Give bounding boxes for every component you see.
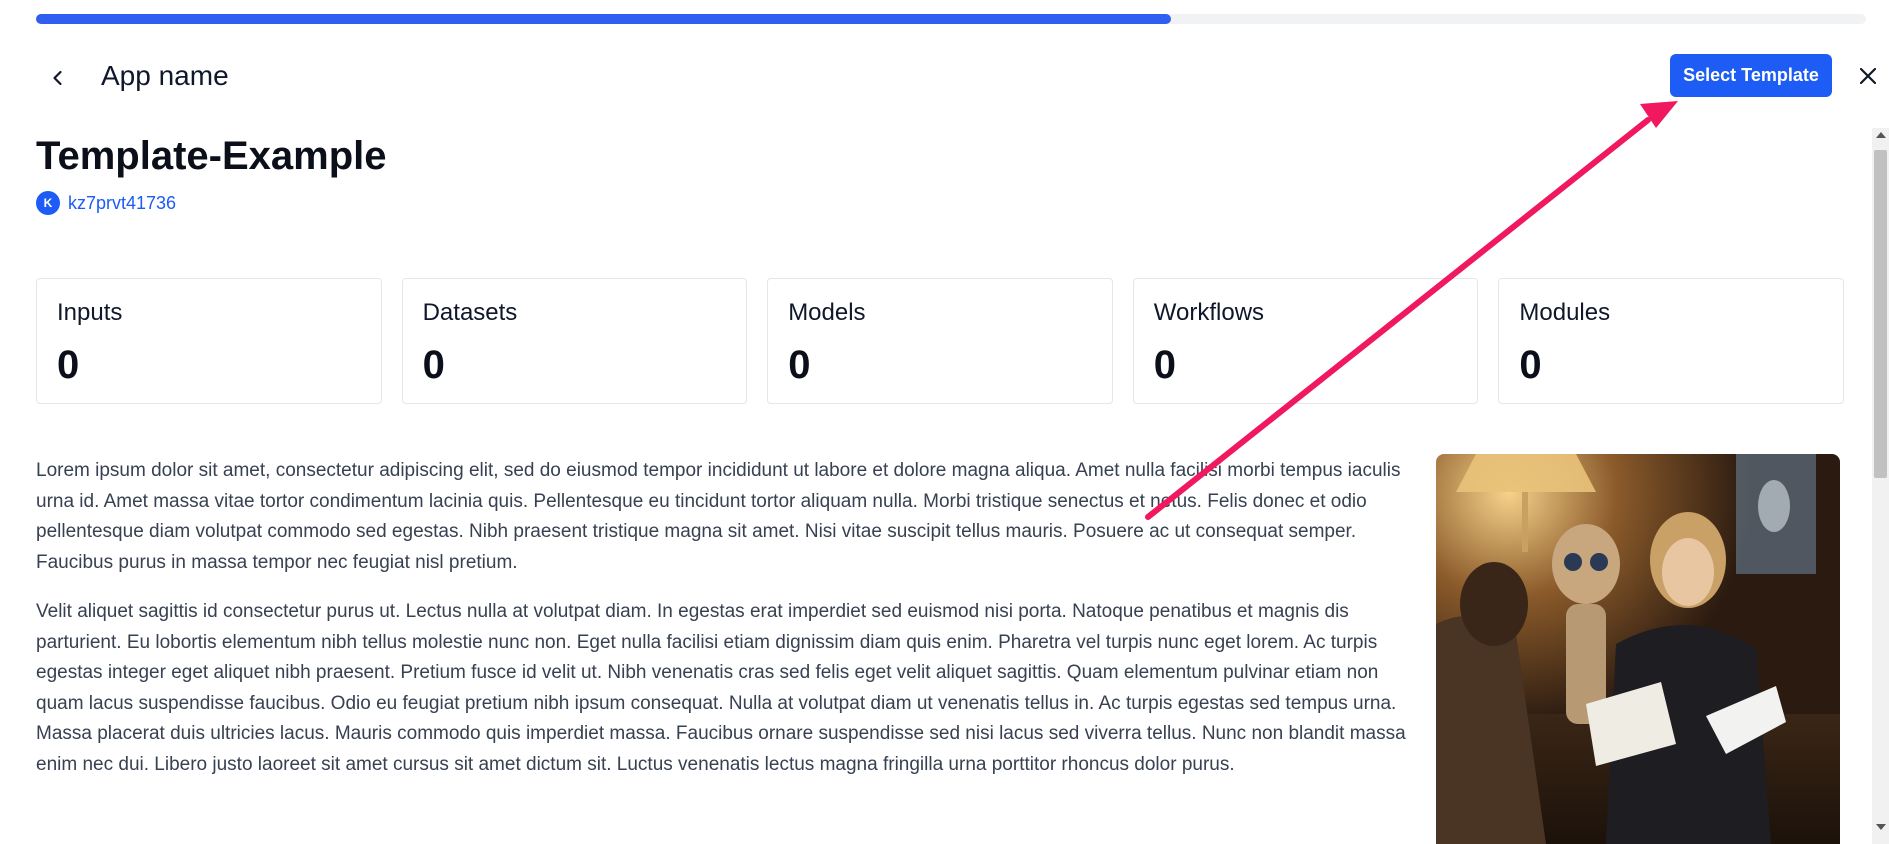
owner-name[interactable]: kz7prvt41736: [68, 193, 176, 214]
chevron-left-icon: [53, 70, 62, 86]
template-detail: Template-Example K kz7prvt41736 Inputs 0…: [36, 128, 1848, 844]
page-title: Template-Example: [36, 134, 387, 178]
scrollbar-thumb[interactable]: [1874, 150, 1887, 478]
stat-label: Datasets: [422, 299, 518, 326]
scroll-down-arrow-icon[interactable]: [1876, 824, 1886, 830]
progress-bar: [36, 14, 1866, 24]
avatar: K: [36, 191, 60, 215]
close-icon: [1859, 67, 1877, 85]
close-button[interactable]: [1852, 60, 1884, 92]
stat-card-models: Models 0: [767, 278, 1113, 404]
stats-row: Inputs 0 Datasets 0 Models 0 Workflows 0…: [36, 278, 1844, 404]
vertical-scrollbar[interactable]: [1872, 128, 1889, 844]
stat-label: Models: [788, 299, 866, 326]
cover-illustration: [1436, 454, 1840, 844]
stat-value: 0: [1153, 343, 1177, 387]
description-paragraph: Velit aliquet sagittis id consectetur pu…: [36, 601, 1406, 775]
top-bar: App name Select Template: [0, 52, 1889, 104]
stat-card-workflows: Workflows 0: [1132, 278, 1479, 404]
progress-bar-fill: [36, 14, 1171, 24]
app-name: App name: [101, 60, 229, 91]
stat-card-datasets: Datasets 0: [401, 278, 748, 404]
stat-value: 0: [422, 343, 445, 387]
template-cover-image: [1436, 454, 1840, 844]
template-description: Lorem ipsum dolor sit amet, consectetur …: [36, 456, 1406, 780]
stat-value: 0: [1519, 343, 1542, 387]
back-button[interactable]: [42, 62, 74, 94]
scroll-up-arrow-icon[interactable]: [1876, 132, 1886, 138]
stat-label: Inputs: [57, 299, 123, 326]
owner-link[interactable]: K kz7prvt41736: [36, 191, 176, 215]
stat-value: 0: [57, 343, 80, 387]
stat-card-inputs: Inputs 0: [36, 278, 382, 404]
select-template-button[interactable]: Select Template: [1670, 54, 1832, 97]
stat-label: Workflows: [1153, 299, 1265, 326]
stat-value: 0: [788, 343, 811, 387]
stat-card-modules: Modules 0: [1498, 278, 1844, 404]
annotation-arrow-head: [1640, 101, 1678, 128]
stat-label: Modules: [1519, 299, 1611, 326]
description-paragraph: Lorem ipsum dolor sit amet, consectetur …: [36, 460, 1401, 573]
